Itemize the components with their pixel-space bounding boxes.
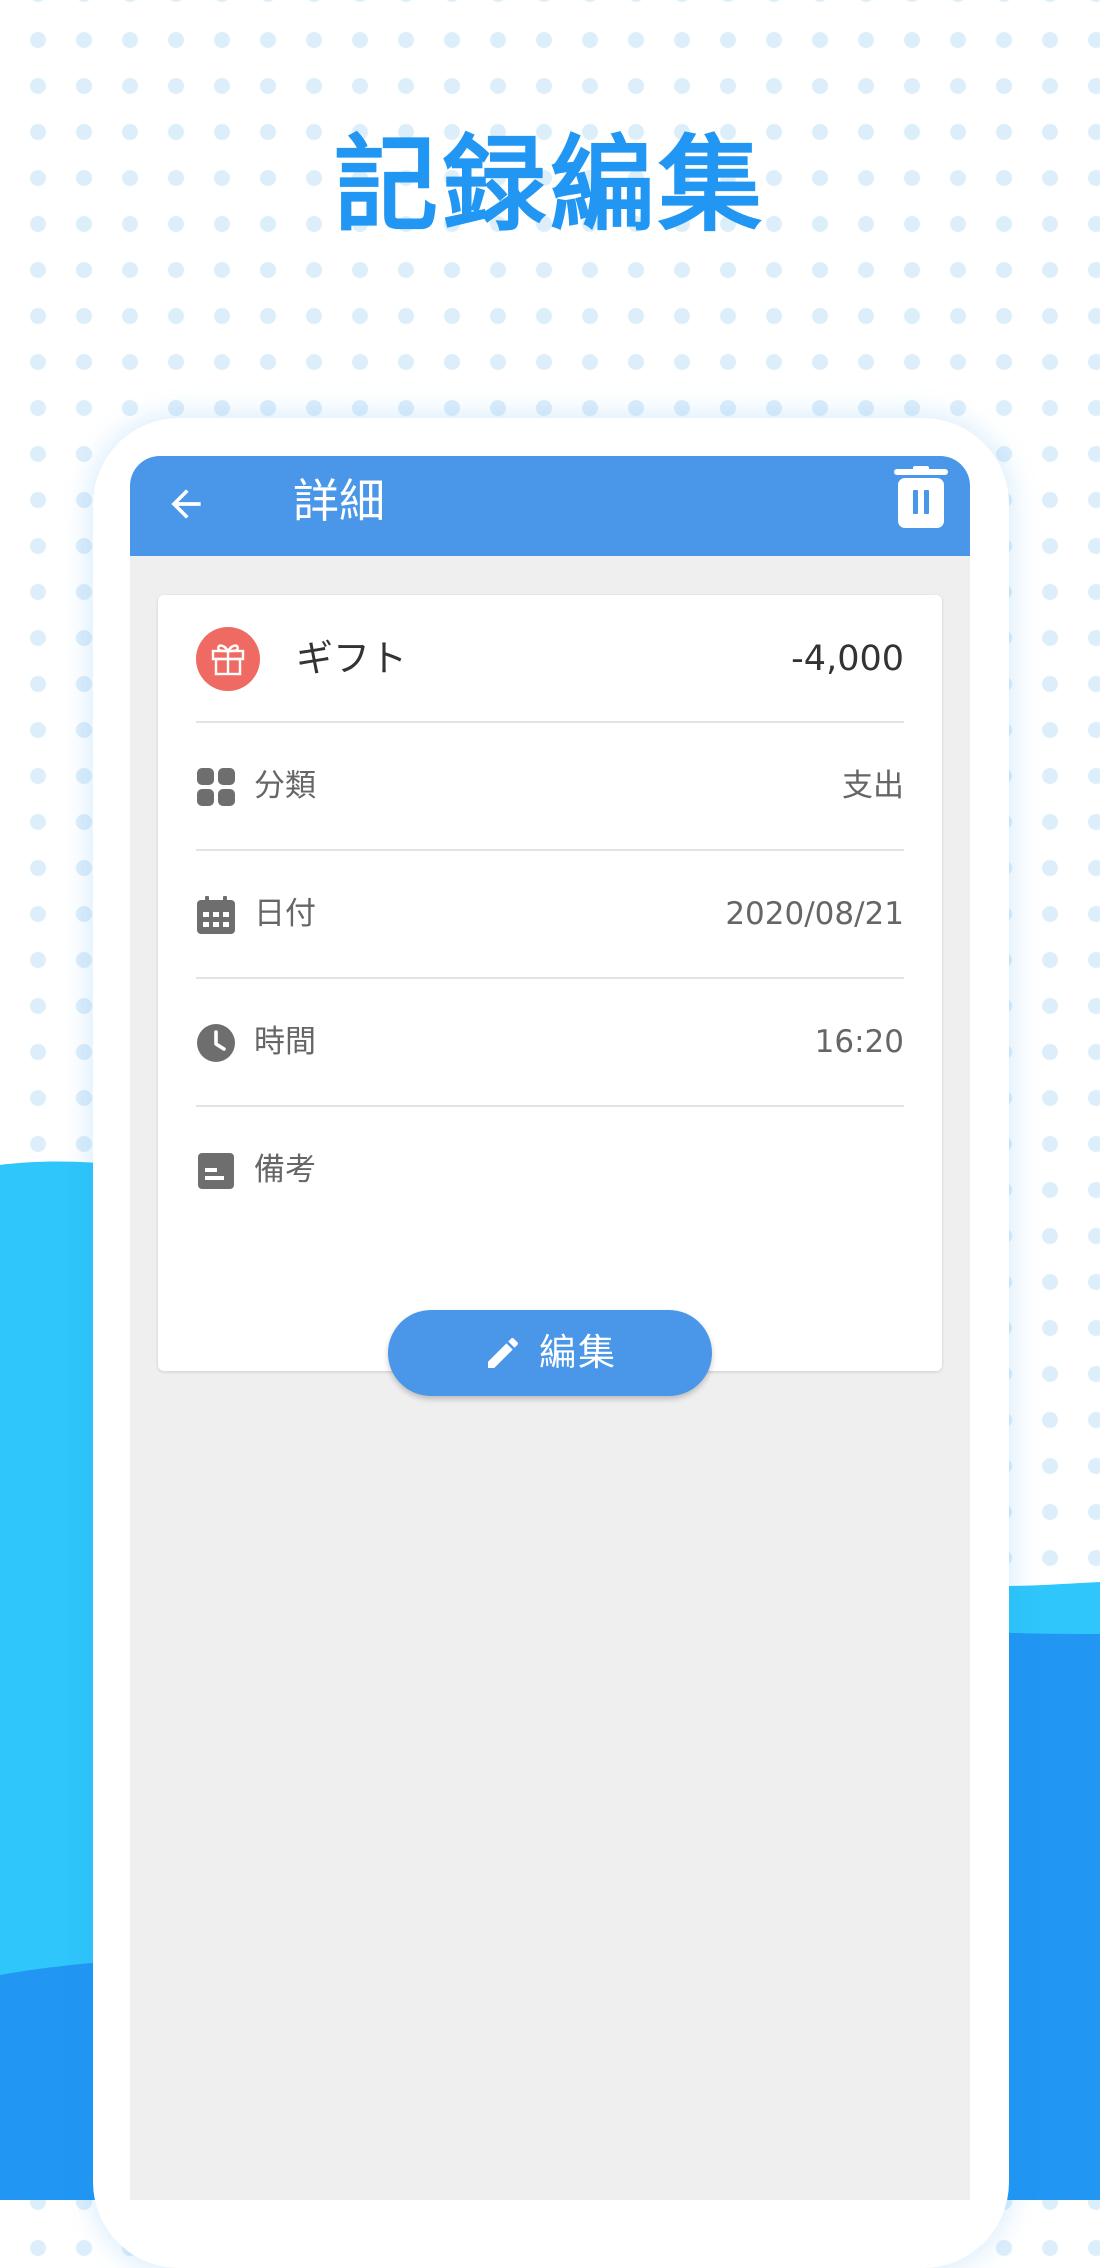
note-row: 備考: [196, 1107, 904, 1235]
amount-value: -4,000: [791, 639, 904, 679]
date-row: 日付 2020/08/21: [196, 851, 904, 979]
note-label: 備考: [254, 1152, 316, 1188]
record-detail-card: ギフト -4,000 分類 支出 日付 2020/08/21 時間 16:20 …: [158, 595, 942, 1371]
promo-title: 記録編集: [333, 123, 766, 246]
gift-glyph: [211, 644, 245, 676]
type-row: 分類 支出: [196, 723, 904, 851]
edit-label: 編集: [539, 1331, 617, 1374]
time-value: 16:20: [814, 1024, 904, 1060]
arrow-left-icon: [171, 489, 201, 519]
app-screen: 詳細 ギフト -4,000 分類 支出 日付 2020/08/21 時間 16:…: [130, 456, 970, 2200]
edit-button[interactable]: 編集: [388, 1310, 712, 1396]
gift-icon: [196, 627, 260, 691]
time-row: 時間 16:20: [196, 979, 904, 1107]
trash-icon: [894, 466, 948, 528]
note-icon: [198, 1153, 234, 1189]
clock-icon: [197, 1024, 235, 1062]
category-name: ギフト: [296, 637, 407, 680]
type-value: 支出: [842, 768, 904, 804]
page-title: 詳細: [293, 474, 385, 528]
calendar-icon: [197, 896, 235, 934]
back-button[interactable]: [156, 474, 216, 534]
type-label: 分類: [254, 768, 316, 804]
pencil-icon: [488, 1337, 519, 1368]
date-label: 日付: [254, 896, 316, 932]
date-value: 2020/08/21: [725, 896, 904, 932]
grid-icon: [197, 768, 235, 806]
time-label: 時間: [254, 1024, 316, 1060]
app-bar: 詳細: [130, 456, 970, 556]
delete-button[interactable]: [886, 458, 956, 538]
category-row: ギフト -4,000: [196, 595, 904, 723]
